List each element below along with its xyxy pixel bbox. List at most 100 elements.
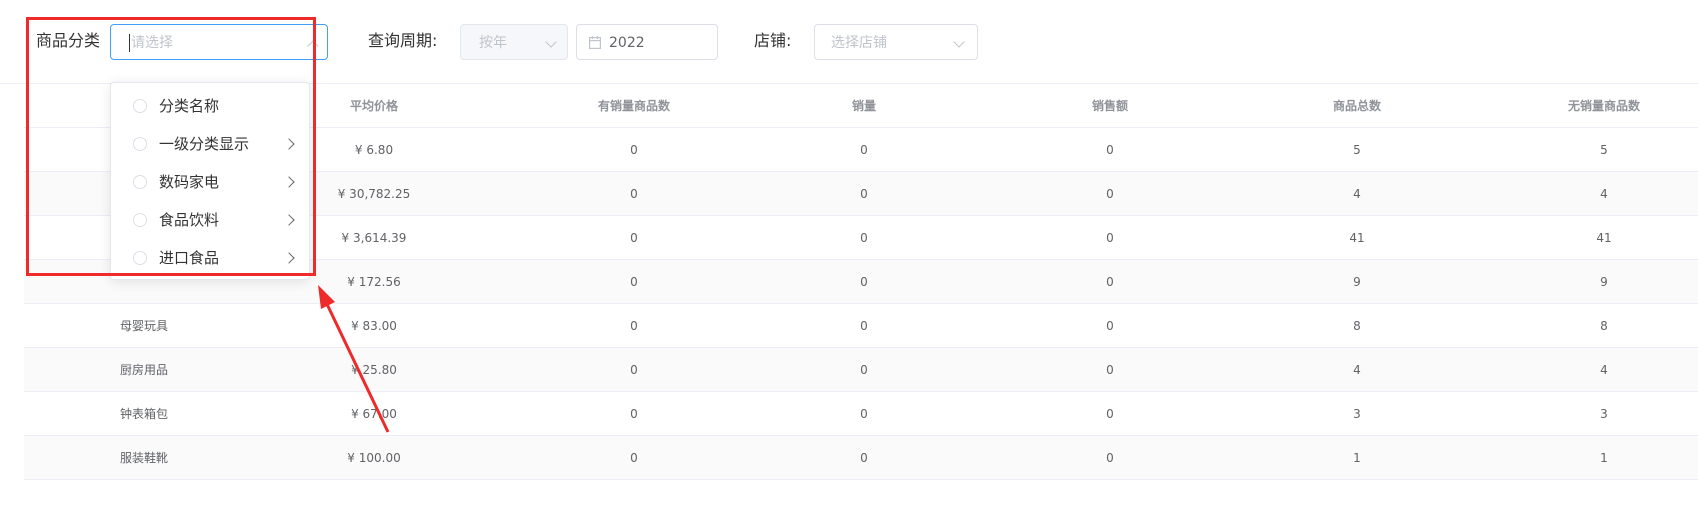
dropdown-item-label: 食品饮料 — [159, 211, 220, 229]
period-label: 查询周期: — [368, 31, 438, 50]
radio-circle[interactable] — [133, 251, 147, 265]
row-unsold: 4 — [1600, 363, 1608, 377]
radio-circle[interactable] — [133, 213, 147, 227]
row-amount: 0 — [1106, 363, 1114, 377]
row-total: 4 — [1353, 187, 1361, 201]
year-picker[interactable]: 2022 — [576, 24, 718, 60]
dropdown-item-food-drinks[interactable]: 食品饮料 — [111, 201, 309, 239]
header-total: 商品总数 — [1332, 99, 1381, 113]
dropdown-item-label: 分类名称 — [159, 97, 220, 115]
row-sales: 0 — [860, 187, 868, 201]
header-amount: 销售额 — [1091, 99, 1128, 113]
row-unsold: 4 — [1600, 187, 1608, 201]
chevron-down-icon — [545, 36, 557, 48]
row-unsold: 3 — [1600, 407, 1608, 421]
dropdown-item-label: 数码家电 — [159, 173, 220, 191]
row-total: 8 — [1353, 319, 1361, 333]
period-type-select[interactable]: 按年 — [460, 24, 568, 60]
header-sold-goods: 有销量商品数 — [597, 99, 670, 113]
row-total: 1 — [1353, 451, 1361, 465]
row-sales: 0 — [860, 363, 868, 377]
report-card: 商品分类 请选择 查询周期: 按年 2022 店铺: 选择店铺 平均价格 有销量… — [0, 0, 1698, 514]
chevron-down-icon — [953, 36, 965, 48]
dropdown-item-imported-food[interactable]: 进口食品 — [111, 239, 309, 277]
table-row: 服装鞋靴 ¥ 100.00 0 0 0 1 1 — [24, 436, 1698, 480]
header-unsold: 无销量商品数 — [1567, 99, 1640, 113]
row-sales: 0 — [860, 143, 868, 157]
row-total: 9 — [1353, 275, 1361, 289]
row-amount: 0 — [1106, 187, 1114, 201]
row-sold-goods: 0 — [630, 231, 638, 245]
header-avg-price: 平均价格 — [349, 99, 398, 113]
table-row: 钟表箱包 ¥ 67.00 0 0 0 3 3 — [24, 392, 1698, 436]
row-name: 服装鞋靴 — [120, 451, 169, 465]
shop-label: 店铺: — [754, 31, 792, 50]
row-total: 4 — [1353, 363, 1361, 377]
row-total: 41 — [1349, 231, 1365, 245]
row-unsold: 41 — [1596, 231, 1612, 245]
row-sales: 0 — [860, 275, 868, 289]
row-avg-price: ¥ 83.00 — [351, 319, 397, 333]
chevron-right-icon — [283, 176, 295, 188]
row-amount: 0 — [1106, 407, 1114, 421]
row-sold-goods: 0 — [630, 319, 638, 333]
chevron-right-icon — [283, 138, 295, 150]
year-value: 2022 — [609, 35, 645, 51]
row-sales: 0 — [860, 231, 868, 245]
row-unsold: 1 — [1600, 451, 1608, 465]
shop-placeholder: 选择店铺 — [831, 35, 887, 51]
row-amount: 0 — [1106, 231, 1114, 245]
chevron-up-icon — [307, 40, 319, 52]
row-name: 钟表箱包 — [120, 407, 169, 421]
row-sold-goods: 0 — [630, 275, 638, 289]
row-sold-goods: 0 — [630, 187, 638, 201]
chevron-right-icon — [283, 252, 295, 264]
radio-circle[interactable] — [133, 99, 147, 113]
dropdown-item-label: 一级分类显示 — [159, 135, 250, 153]
row-amount: 0 — [1106, 319, 1114, 333]
text-cursor — [129, 34, 130, 52]
category-dropdown: 分类名称 一级分类显示 数码家电 食品饮料 进口食品 — [110, 82, 310, 280]
row-name: 母婴玩具 — [120, 319, 169, 333]
header-sales: 销量 — [851, 99, 876, 113]
row-avg-price: ¥ 25.80 — [351, 363, 397, 377]
chevron-right-icon — [283, 214, 295, 226]
category-label: 商品分类 — [36, 31, 101, 50]
period-type-placeholder: 按年 — [479, 35, 507, 51]
table-row: 厨房用品 ¥ 25.80 0 0 0 4 4 — [24, 348, 1698, 392]
table-row: 母婴玩具 ¥ 83.00 0 0 0 8 8 — [24, 304, 1698, 348]
row-avg-price: ¥ 100.00 — [347, 451, 401, 465]
dropdown-item-category-name[interactable]: 分类名称 — [111, 87, 309, 125]
row-amount: 0 — [1106, 275, 1114, 289]
row-unsold: 5 — [1600, 143, 1608, 157]
row-sold-goods: 0 — [630, 451, 638, 465]
radio-circle[interactable] — [133, 175, 147, 189]
row-sales: 0 — [860, 451, 868, 465]
shop-select[interactable]: 选择店铺 — [814, 24, 978, 60]
row-sold-goods: 0 — [630, 407, 638, 421]
row-avg-price: ¥ 6.80 — [354, 143, 394, 157]
row-total: 3 — [1353, 407, 1361, 421]
category-placeholder: 请选择 — [131, 35, 173, 51]
row-sales: 0 — [860, 407, 868, 421]
dropdown-item-level1-display[interactable]: 一级分类显示 — [111, 125, 309, 163]
dropdown-item-digital[interactable]: 数码家电 — [111, 163, 309, 201]
row-total: 5 — [1353, 143, 1361, 157]
row-amount: 0 — [1106, 451, 1114, 465]
dropdown-item-label: 进口食品 — [159, 249, 220, 267]
row-sold-goods: 0 — [630, 143, 638, 157]
radio-circle[interactable] — [133, 137, 147, 151]
row-unsold: 9 — [1600, 275, 1608, 289]
filter-bar: 商品分类 请选择 查询周期: 按年 2022 店铺: 选择店铺 — [0, 0, 1698, 84]
row-avg-price: ¥ 30,782.25 — [337, 187, 411, 201]
row-sold-goods: 0 — [630, 363, 638, 377]
row-avg-price: ¥ 172.56 — [347, 275, 401, 289]
row-sales: 0 — [860, 319, 868, 333]
category-select[interactable]: 请选择 — [110, 24, 328, 60]
row-unsold: 8 — [1600, 319, 1608, 333]
calendar-icon — [589, 36, 601, 49]
row-avg-price: ¥ 3,614.39 — [341, 231, 407, 245]
row-avg-price: ¥ 67.00 — [351, 407, 397, 421]
row-amount: 0 — [1106, 143, 1114, 157]
row-name: 厨房用品 — [120, 363, 169, 377]
